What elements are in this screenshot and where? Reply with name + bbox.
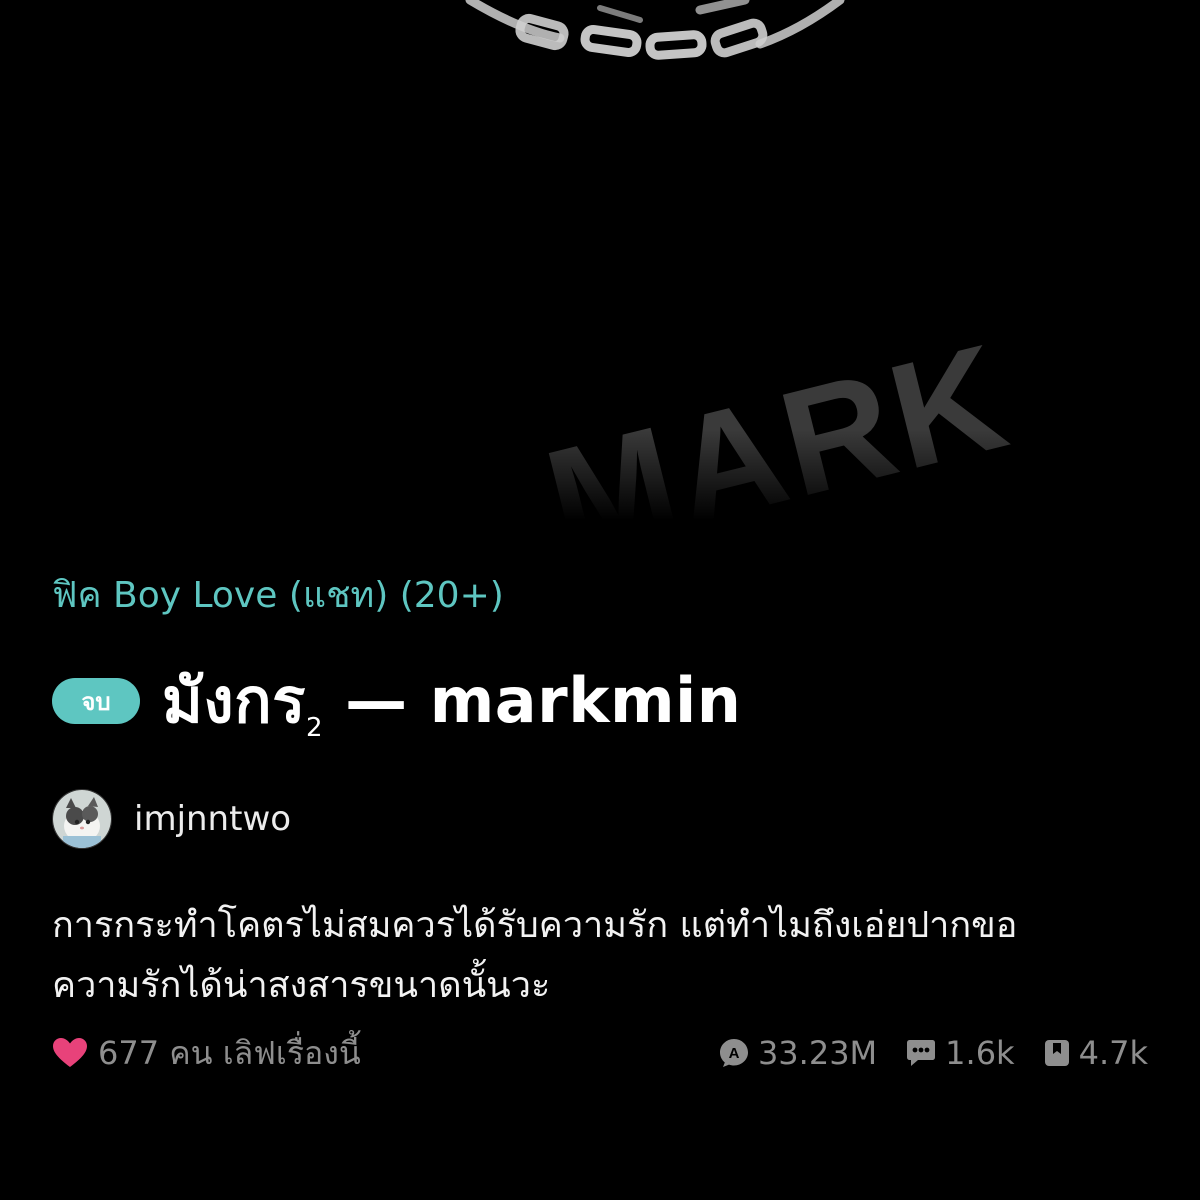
cat-avatar-icon[interactable] bbox=[52, 789, 112, 849]
description-line: การกระทำโคตรไม่สมควรได้รับความรัก แต่ทำไ… bbox=[52, 905, 1018, 946]
story-title: มังกร2 — markmin bbox=[162, 652, 741, 750]
story-description: การกระทำโคตรไม่สมควรได้รับความรัก แต่ทำไ… bbox=[52, 896, 1152, 1016]
heart-icon[interactable] bbox=[52, 1037, 88, 1069]
likes-text: 677 คน เลิฟเรื่องนี้ bbox=[98, 1033, 361, 1072]
author-row[interactable]: imjnntwo bbox=[52, 789, 291, 849]
description-line: ความรักได้น่าสงสารขนาดนั้นวะ bbox=[52, 965, 551, 1006]
svg-text:A: A bbox=[729, 1045, 740, 1062]
cover-image: MARK bbox=[0, 0, 1200, 520]
bookmarks-stat: 4.7k bbox=[1043, 1034, 1148, 1072]
stats-row: 677 คน เลิฟเรื่องนี้ A 33.23M 1.6k 4.7k bbox=[52, 1030, 1148, 1076]
bookmark-icon bbox=[1043, 1038, 1071, 1068]
bookmarks-count: 4.7k bbox=[1078, 1034, 1148, 1072]
author-name[interactable]: imjnntwo bbox=[134, 799, 291, 839]
views-icon: A bbox=[718, 1037, 750, 1069]
comment-icon bbox=[905, 1038, 937, 1068]
story-title-main: มังกร bbox=[162, 664, 306, 737]
story-title-subscript: 2 bbox=[305, 713, 324, 743]
views-count: 33.23M bbox=[757, 1034, 878, 1072]
views-stat: A 33.23M bbox=[718, 1034, 877, 1072]
comments-stat: 1.6k bbox=[905, 1034, 1015, 1072]
story-title-row: จบ มังกร2 — markmin bbox=[52, 655, 741, 747]
likes-stat[interactable]: 677 คน เลิฟเรื่องนี้ bbox=[52, 1028, 361, 1079]
status-badge: จบ bbox=[52, 678, 140, 724]
cover-fade bbox=[0, 430, 1200, 520]
comments-count: 1.6k bbox=[945, 1034, 1015, 1072]
story-title-rest: — markmin bbox=[323, 664, 742, 737]
story-category[interactable]: ฟิค Boy Love (แชท) (20+) bbox=[52, 566, 504, 623]
story-stats: A 33.23M 1.6k 4.7k bbox=[718, 1034, 1148, 1072]
